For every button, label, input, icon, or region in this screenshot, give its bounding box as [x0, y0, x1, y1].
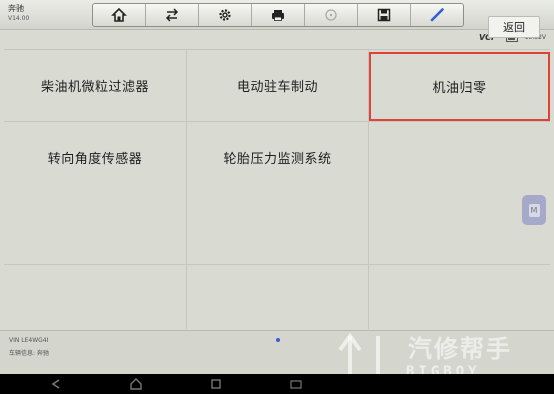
print-button[interactable] — [252, 4, 305, 26]
screenshot-nav-icon[interactable] — [290, 378, 302, 390]
function-label: 轮胎压力监测系统 — [223, 152, 332, 167]
home-icon — [111, 7, 127, 22]
function-electric-parking-brake[interactable]: 电动驻车制动 — [187, 50, 368, 121]
status-bar: VCI 13.32V — [0, 30, 554, 47]
save-icon — [377, 8, 391, 22]
floating-menu-icon: M — [528, 203, 540, 217]
app-frame: 奔驰 V14.00 VCI 柴油机微粒过滤器 电动驻车制动 机油归零 转向角度传… — [0, 0, 554, 394]
function-label: 柴油机微粒过滤器 — [40, 80, 149, 95]
gear-icon — [219, 9, 231, 21]
top-bar: 奔驰 V14.00 — [0, 0, 554, 30]
watermark-text: 汽修帮手 — [408, 335, 512, 363]
function-steering-angle-sensor[interactable]: 转向角度传感器 — [4, 122, 186, 193]
swap-icon — [165, 8, 179, 22]
vehicle-info-text: 车辆信息: 奔驰 — [9, 350, 49, 357]
app-name: 奔驰 — [8, 4, 24, 13]
recents-nav-icon[interactable] — [210, 378, 222, 390]
floating-menu-button[interactable]: M — [522, 195, 546, 225]
function-oil-reset[interactable]: 机油归零 — [369, 52, 550, 121]
settings-button[interactable] — [199, 4, 252, 26]
help-icon — [325, 9, 337, 21]
home-nav-icon[interactable] — [130, 378, 142, 390]
pen-icon — [430, 8, 444, 22]
app-version: V14.00 — [8, 15, 30, 22]
function-grid: 柴油机微粒过滤器 电动驻车制动 机油归零 转向角度传感器 轮胎压力监测系统 — [4, 49, 550, 329]
help-button[interactable] — [305, 4, 358, 26]
back-button[interactable]: 返回 — [488, 16, 540, 38]
vin-text: VIN LE4WG4I — [9, 337, 49, 344]
system-nav-bar — [0, 374, 554, 394]
function-label: 转向角度传感器 — [47, 152, 143, 167]
save-button[interactable] — [358, 4, 411, 26]
home-button[interactable] — [93, 4, 146, 26]
change-vehicle-button[interactable] — [146, 4, 199, 26]
function-label: 机油归零 — [432, 81, 487, 96]
toolbar — [92, 3, 464, 27]
page-indicator-dot — [276, 338, 280, 342]
back-nav-icon[interactable] — [50, 378, 62, 390]
function-label: 电动驻车制动 — [236, 80, 318, 95]
back-label: 返回 — [503, 21, 525, 34]
printer-icon — [272, 10, 284, 21]
function-tire-pressure-monitoring[interactable]: 轮胎压力监测系统 — [187, 122, 368, 193]
edit-button[interactable] — [411, 4, 463, 26]
function-diesel-particulate-filter[interactable]: 柴油机微粒过滤器 — [4, 50, 186, 121]
grid-divider — [4, 264, 550, 265]
